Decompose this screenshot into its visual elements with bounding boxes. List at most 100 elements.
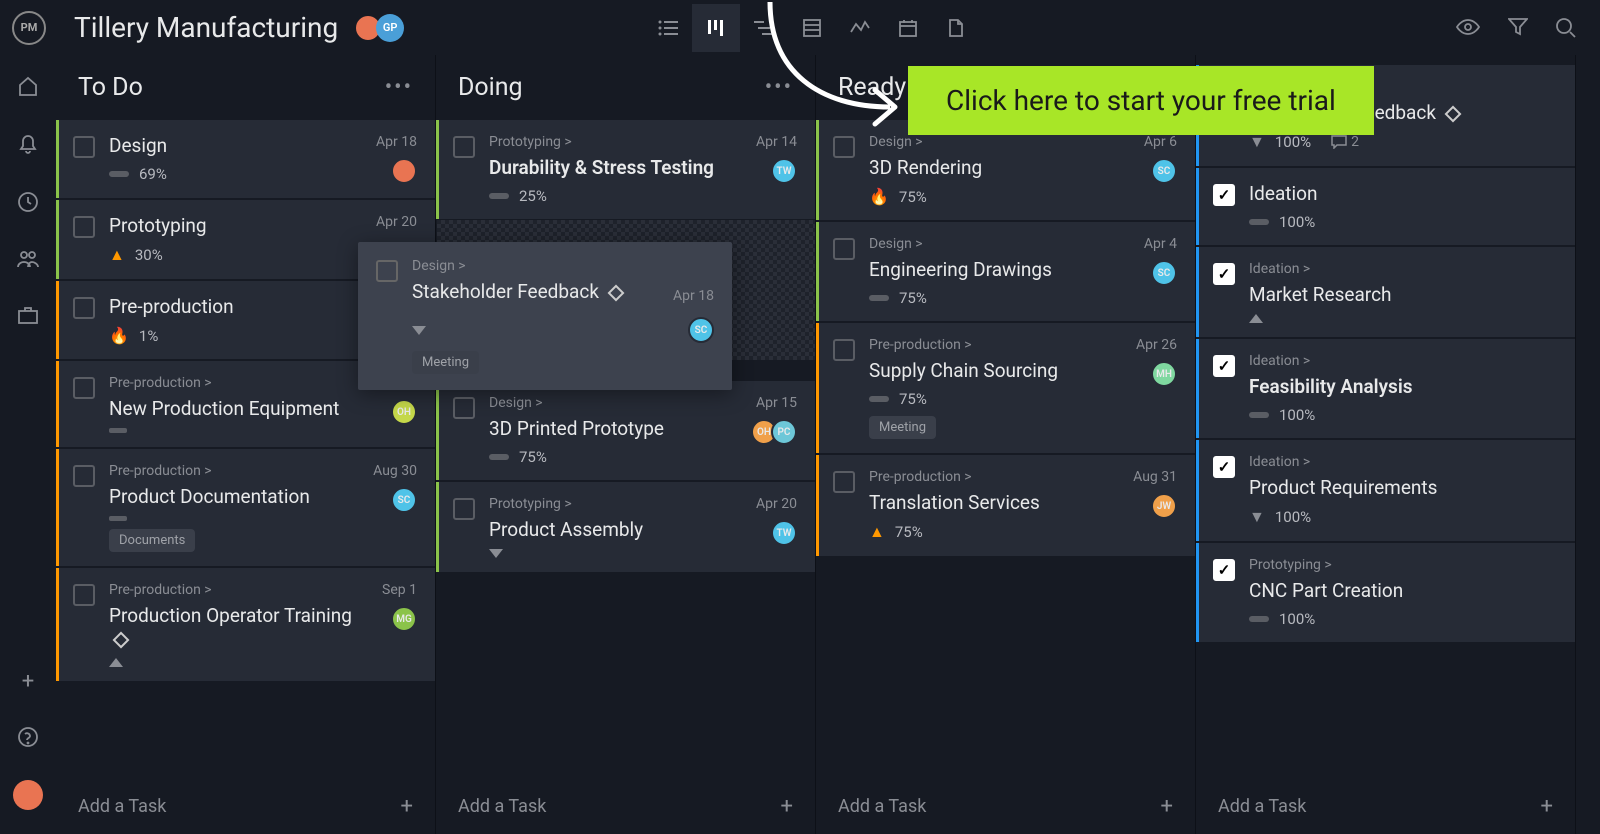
task-card[interactable]: Prototyping > Product Assembly Apr 20TW bbox=[436, 482, 815, 572]
task-checkbox[interactable] bbox=[1213, 184, 1235, 206]
assignee-avatar[interactable]: TW bbox=[771, 158, 797, 184]
card-date: Apr 15 bbox=[756, 395, 797, 411]
task-checkbox[interactable] bbox=[73, 584, 95, 606]
task-checkbox[interactable] bbox=[73, 465, 95, 487]
assignee-row: JW bbox=[1157, 493, 1177, 519]
assignee-row: SC bbox=[1157, 260, 1177, 286]
assignee-avatar[interactable] bbox=[391, 158, 417, 184]
progress-text: 100% bbox=[1275, 508, 1311, 526]
task-card[interactable]: Pre-production > Product Documentation D… bbox=[56, 449, 435, 566]
dash-icon bbox=[109, 516, 127, 521]
progress-bar-icon bbox=[1249, 412, 1269, 418]
member-avatar[interactable]: GP bbox=[376, 14, 404, 42]
progress-text: 75% bbox=[899, 289, 927, 307]
assignee-avatar[interactable]: SC bbox=[688, 317, 714, 343]
bell-icon[interactable] bbox=[18, 133, 38, 155]
card-meta: 75% bbox=[869, 289, 1136, 307]
task-card[interactable]: Ideation > Feasibility Analysis 100% bbox=[1196, 339, 1575, 438]
card-meta bbox=[489, 549, 748, 558]
task-card[interactable]: Ideation > Market Research bbox=[1196, 247, 1575, 337]
eye-icon[interactable] bbox=[1456, 18, 1480, 38]
task-checkbox[interactable] bbox=[833, 238, 855, 260]
assignee-avatar[interactable]: MG bbox=[391, 606, 417, 632]
search-icon[interactable] bbox=[1556, 18, 1576, 38]
card-breadcrumb: Pre-production > bbox=[869, 337, 1128, 353]
assignee-avatar[interactable]: MH bbox=[1151, 361, 1177, 387]
plus-icon: + bbox=[1161, 794, 1173, 819]
files-view-button[interactable] bbox=[932, 4, 980, 52]
team-icon[interactable] bbox=[16, 249, 40, 269]
card-meta bbox=[109, 428, 368, 433]
add-icon[interactable]: + bbox=[22, 669, 34, 694]
dash-icon bbox=[109, 428, 127, 433]
card-title: Durability & Stress Testing bbox=[489, 156, 748, 179]
task-checkbox[interactable] bbox=[453, 397, 475, 419]
task-checkbox[interactable] bbox=[833, 339, 855, 361]
task-checkbox[interactable] bbox=[73, 297, 95, 319]
add-task-button[interactable]: Add a Task+ bbox=[1196, 779, 1575, 834]
task-checkbox[interactable] bbox=[1213, 355, 1235, 377]
add-task-button[interactable]: Add a Task+ bbox=[56, 779, 435, 834]
progress-bar-icon bbox=[109, 171, 129, 177]
task-card[interactable]: Prototyping > Durability & Stress Testin… bbox=[436, 120, 815, 219]
task-card[interactable]: Design > 3D Printed Prototype 75% Apr 15… bbox=[436, 381, 815, 480]
task-checkbox[interactable] bbox=[73, 136, 95, 158]
card-title: 3D Rendering bbox=[869, 156, 1136, 179]
help-icon[interactable] bbox=[17, 726, 39, 748]
list-view-button[interactable] bbox=[644, 4, 692, 52]
task-card[interactable]: Design > Engineering Drawings 75% Apr 4S… bbox=[816, 222, 1195, 321]
plus-icon: + bbox=[781, 794, 793, 819]
task-checkbox[interactable] bbox=[833, 471, 855, 493]
progress-text: 100% bbox=[1279, 610, 1315, 628]
task-card[interactable]: Prototyping > CNC Part Creation 100% bbox=[1196, 543, 1575, 642]
card-title: Feasibility Analysis bbox=[1249, 375, 1549, 398]
dragging-card[interactable]: Design > Stakeholder Feedback Apr 18 SC … bbox=[358, 242, 732, 390]
task-checkbox[interactable] bbox=[1213, 263, 1235, 285]
board-view-button[interactable] bbox=[692, 4, 740, 52]
task-checkbox[interactable] bbox=[376, 260, 398, 282]
assignee-row: MG bbox=[397, 606, 417, 632]
cta-banner[interactable]: Click here to start your free trial bbox=[908, 66, 1374, 135]
card-title: 3D Printed Prototype bbox=[489, 417, 748, 440]
plus-icon: + bbox=[401, 794, 413, 819]
progress-bar-icon bbox=[869, 295, 889, 301]
assignee-avatar[interactable]: SC bbox=[391, 487, 417, 513]
home-icon[interactable] bbox=[17, 75, 39, 97]
project-title: Tillery Manufacturing bbox=[74, 11, 338, 44]
progress-text: 100% bbox=[1279, 406, 1315, 424]
assignee-avatar[interactable]: SC bbox=[1151, 260, 1177, 286]
card-date: Apr 6 bbox=[1144, 134, 1177, 150]
task-checkbox[interactable] bbox=[453, 136, 475, 158]
assignee-avatar[interactable]: SC bbox=[1151, 158, 1177, 184]
task-checkbox[interactable] bbox=[73, 377, 95, 399]
task-card[interactable]: Ideation > Product Requirements ▼100% bbox=[1196, 440, 1575, 541]
task-card[interactable]: Pre-production > Supply Chain Sourcing 7… bbox=[816, 323, 1195, 453]
task-checkbox[interactable] bbox=[453, 498, 475, 520]
assignee-avatar[interactable]: TW bbox=[771, 520, 797, 546]
user-avatar[interactable] bbox=[13, 780, 43, 810]
task-checkbox[interactable] bbox=[73, 216, 95, 238]
column-menu-button[interactable]: ••• bbox=[385, 75, 413, 100]
card-breadcrumb: Design > bbox=[412, 258, 714, 274]
briefcase-icon[interactable] bbox=[17, 305, 39, 325]
task-card[interactable]: Ideation 100% bbox=[1196, 168, 1575, 245]
assignee-avatar[interactable]: PC bbox=[771, 419, 797, 445]
filter-icon[interactable] bbox=[1508, 18, 1528, 38]
comment-icon[interactable]: 2 bbox=[1331, 134, 1359, 150]
card-date: Apr 26 bbox=[1136, 337, 1177, 353]
assignee-avatar[interactable]: OH bbox=[391, 399, 417, 425]
card-title: Production Operator Training bbox=[109, 604, 374, 650]
assignee-row: OHPC bbox=[757, 419, 797, 445]
app-logo[interactable]: PM bbox=[12, 11, 46, 45]
task-checkbox[interactable] bbox=[1213, 559, 1235, 581]
task-card[interactable]: Design 69% Apr 18 bbox=[56, 120, 435, 198]
task-card[interactable]: Pre-production > Translation Services ▲7… bbox=[816, 455, 1195, 556]
add-task-button[interactable]: Add a Task+ bbox=[436, 779, 815, 834]
assignee-avatar[interactable]: JW bbox=[1151, 493, 1177, 519]
card-breadcrumb: Prototyping > bbox=[1249, 557, 1549, 573]
clock-icon[interactable] bbox=[17, 191, 39, 213]
task-checkbox[interactable] bbox=[1213, 456, 1235, 478]
task-card[interactable]: Pre-production > Production Operator Tra… bbox=[56, 568, 435, 681]
add-task-button[interactable]: Add a Task+ bbox=[816, 779, 1195, 834]
project-members[interactable]: GP bbox=[360, 14, 404, 42]
